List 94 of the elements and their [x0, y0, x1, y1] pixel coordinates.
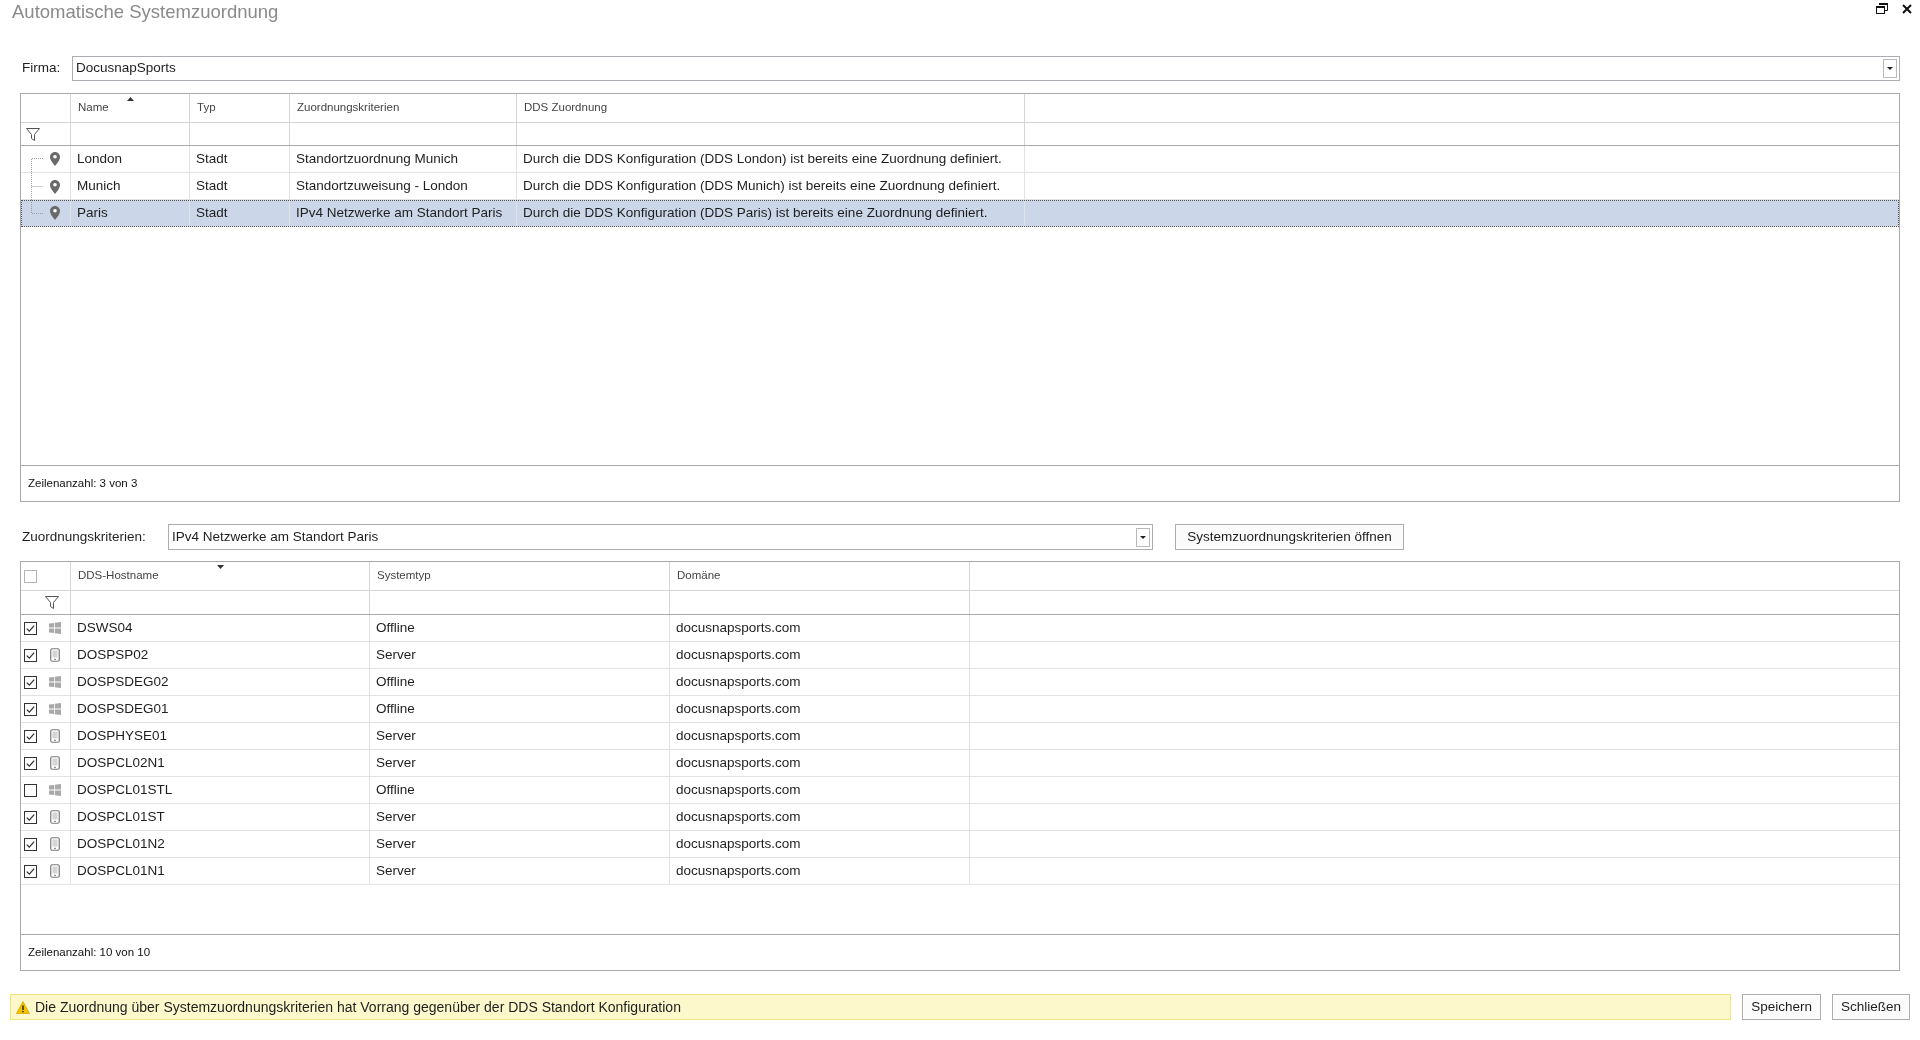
table-row[interactable]: Munich Stadt Standortzuweisung - London Durch die DDS Konfiguration (DDS Munich) ist bereits eine Zuordnung definiert.	[21, 173, 1899, 200]
table-cell: docusnapsports.com	[670, 615, 970, 641]
caret-down-icon	[1140, 535, 1146, 539]
table-cell: DSWS04	[71, 615, 370, 641]
column-header[interactable]: DDS-Hostname	[71, 562, 370, 590]
table-cell: Stadt	[190, 200, 290, 226]
row-count-label: Zeilenanzahl: 10 von 10	[28, 944, 151, 960]
dialog-button[interactable]: Speichern	[1742, 994, 1821, 1020]
table-cell: Server	[370, 723, 670, 749]
tile-grid-icon	[48, 784, 61, 796]
caret-down-icon	[1887, 67, 1893, 70]
table-cell: DOSPSDEG02	[71, 669, 370, 695]
field-label: Zuordnungskriterien:	[21, 527, 147, 546]
checkbox[interactable]	[24, 621, 37, 635]
table-cell: Server	[370, 750, 670, 776]
table-cell: Offline	[370, 669, 670, 695]
checkbox[interactable]	[24, 569, 37, 583]
checkbox[interactable]	[24, 783, 37, 797]
table-cell: Offline	[370, 777, 670, 803]
table-cell: docusnapsports.com	[670, 804, 970, 830]
warning-icon	[16, 1000, 30, 1014]
table-cell: Durch die DDS Konfiguration (DDS London) ist bereits eine Zuordnung definiert.	[517, 146, 1025, 172]
table-cell: DOSPSP02	[71, 642, 370, 668]
table-cell: Standortzuordnung Munich	[290, 146, 517, 172]
checkbox[interactable]	[24, 648, 37, 662]
table-cell: docusnapsports.com	[670, 669, 970, 695]
close-icon	[1902, 3, 1912, 14]
phone-icon	[49, 729, 60, 743]
table-cell: Stadt	[190, 146, 290, 172]
table-cell: IPv4 Netzwerke am Standort Paris	[290, 200, 517, 226]
tile-grid-icon	[48, 622, 61, 634]
table-cell: docusnapsports.com	[670, 696, 970, 722]
dialog-button[interactable]: Schließen	[1831, 994, 1910, 1020]
table-cell: DOSPCL01ST	[71, 804, 370, 830]
checkbox[interactable]	[24, 729, 37, 743]
table-row[interactable]: Paris Stadt IPv4 Netzwerke am Standort Paris Durch die DDS Konfiguration (DDS Paris) ist bereits eine Zuordnung definiert.	[21, 200, 1899, 227]
restore-button[interactable]	[1876, 3, 1888, 14]
table-cell: DOSPHYSE01	[71, 723, 370, 749]
open-criteria-button[interactable]: Systemzuordnungskriterien öffnen	[1175, 524, 1404, 550]
table-cell: DOSPCL01STL	[71, 777, 370, 803]
dropdown-button[interactable]	[1136, 527, 1150, 547]
table-cell: docusnapsports.com	[670, 642, 970, 668]
close-button[interactable]	[1902, 3, 1912, 14]
checkbox[interactable]	[24, 702, 37, 716]
phone-icon	[49, 648, 60, 662]
checkbox[interactable]	[24, 756, 37, 770]
table-cell: DOSPCL01N2	[71, 831, 370, 857]
notice-text: Die Zuordnung über Systemzuordnungskriterien hat Vorrang gegenüber der DDS Standort Konfiguration	[35, 997, 681, 1017]
table-cell: docusnapsports.com	[670, 750, 970, 776]
table-cell: Offline	[370, 615, 670, 641]
column-header[interactable]: DDS Zuordnung	[517, 94, 1025, 122]
phone-icon	[49, 810, 60, 824]
column-header[interactable]: Zuordnungskriterien	[290, 94, 517, 122]
map-pin-icon	[50, 206, 60, 220]
table-cell: docusnapsports.com	[670, 831, 970, 857]
column-header[interactable]: Systemtyp	[370, 562, 670, 590]
table-cell: docusnapsports.com	[670, 723, 970, 749]
table-cell: Server	[370, 642, 670, 668]
tile-grid-icon	[48, 676, 61, 688]
table-cell: Offline	[370, 696, 670, 722]
checkbox[interactable]	[24, 837, 37, 851]
table-cell: DOSPCL01N1	[71, 858, 370, 884]
window-title: Automatische Systemzuordnung	[12, 0, 279, 24]
map-pin-icon	[50, 152, 60, 166]
restore-icon	[1876, 3, 1888, 14]
checkbox[interactable]	[24, 675, 37, 689]
table-cell: docusnapsports.com	[670, 858, 970, 884]
table-cell: DOSPSDEG01	[71, 696, 370, 722]
checkbox[interactable]	[24, 810, 37, 824]
criteria-dropdown[interactable]: IPv4 Netzwerke am Standort Paris	[168, 524, 1153, 550]
map-pin-icon	[50, 179, 60, 194]
phone-icon	[49, 837, 60, 851]
table-cell: Server	[370, 831, 670, 857]
phone-icon	[49, 864, 60, 878]
company-dropdown[interactable]: DocusnapSports	[72, 56, 1900, 81]
table-cell: London	[71, 146, 190, 172]
table-cell: DOSPCL02N1	[71, 750, 370, 776]
column-header[interactable]: Name	[71, 94, 190, 122]
table-cell: Server	[370, 804, 670, 830]
table-cell: Server	[370, 858, 670, 884]
phone-icon	[49, 756, 60, 770]
column-header[interactable]: Typ	[190, 94, 290, 122]
filter-icon[interactable]	[45, 596, 59, 609]
field-label: Firma:	[21, 59, 62, 78]
row-count-label: Zeilenanzahl: 3 von 3	[28, 475, 138, 491]
table-cell: docusnapsports.com	[670, 777, 970, 803]
table-cell: Durch die DDS Konfiguration (DDS Paris) ist bereits eine Zuordnung definiert.	[517, 200, 1025, 226]
column-header[interactable]: Domäne	[670, 562, 970, 590]
dropdown-button[interactable]	[1883, 59, 1897, 78]
table-row[interactable]: London Stadt Standortzuordnung Munich Durch die DDS Konfiguration (DDS London) ist bereits eine Zuordnung definiert.	[21, 146, 1899, 173]
checkbox[interactable]	[24, 864, 37, 878]
filter-icon[interactable]	[26, 127, 40, 141]
tile-grid-icon	[48, 703, 61, 715]
table-cell: Paris	[71, 200, 190, 226]
